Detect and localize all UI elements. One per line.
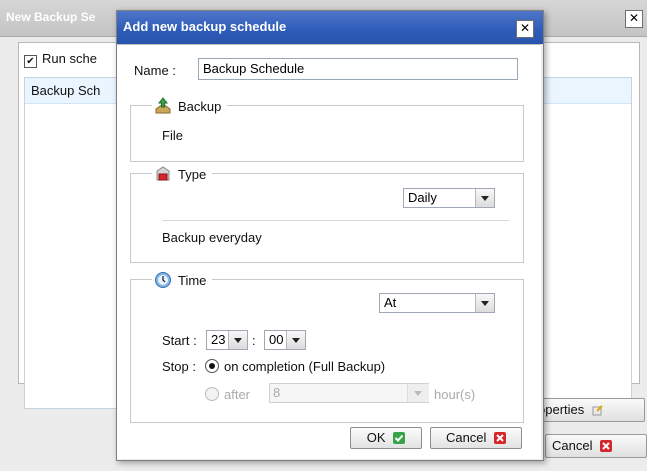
dialog-close-button[interactable]: ✕ (516, 20, 534, 38)
properties-button[interactable]: operties (531, 398, 645, 422)
stop-after-option[interactable]: after (205, 387, 250, 402)
type-group-legend: Type (152, 165, 213, 183)
type-description: Backup everyday (162, 230, 262, 245)
stop-after-radio[interactable] (205, 387, 219, 401)
name-label: Name : (134, 63, 176, 78)
edit-icon (592, 405, 603, 416)
start-hour-select[interactable]: 23 (206, 330, 248, 350)
time-group-title: Time (178, 272, 207, 288)
start-minute-select[interactable]: 00 (264, 330, 306, 350)
background-cancel-button[interactable]: Cancel (545, 434, 647, 458)
backup-type-value: File (162, 128, 183, 143)
cancel-button-label: Cancel (445, 430, 487, 445)
run-schedule-label: Run sche (42, 51, 97, 66)
chevron-down-icon[interactable] (228, 331, 247, 349)
cancel-button[interactable]: Cancel (430, 427, 522, 449)
properties-button-label: operties (538, 402, 585, 417)
stop-on-completion-label: on completion (Full Backup) (224, 359, 386, 374)
backup-group-title: Backup (178, 98, 222, 114)
type-group-title: Type (178, 166, 207, 182)
ok-button[interactable]: OK (350, 427, 422, 449)
check-icon (393, 432, 406, 444)
cancel-x-icon (494, 432, 507, 444)
type-group (130, 173, 524, 263)
type-select[interactable]: Daily (403, 188, 495, 208)
time-group-legend: Time (152, 271, 213, 289)
stop-on-completion-option[interactable]: on completion (Full Backup) (205, 359, 385, 374)
backup-upload-icon (155, 97, 171, 114)
type-select-value: Daily (408, 190, 437, 205)
name-input[interactable]: Backup Schedule (198, 58, 518, 80)
chevron-down-icon[interactable] (475, 189, 494, 207)
ok-button-label: OK (366, 430, 386, 445)
after-hours-dropdown[interactable] (407, 384, 429, 402)
run-schedule-checkbox-row[interactable]: ✔ Run sche (24, 51, 97, 68)
list-item-label: Backup Sch (31, 83, 101, 98)
type-divider (162, 220, 509, 221)
start-label: Start : (162, 333, 197, 348)
after-hours-input[interactable]: 8 (269, 383, 429, 403)
chevron-down-icon[interactable] (475, 294, 494, 312)
stop-label: Stop : (162, 359, 196, 374)
start-minute-value: 00 (269, 332, 284, 347)
time-mode-value: At (384, 295, 397, 310)
backup-group-legend: Backup (152, 97, 228, 115)
dialog-title: Add new backup schedule (123, 19, 287, 34)
hours-label: hour(s) (434, 387, 476, 402)
chevron-down-icon[interactable] (286, 331, 305, 349)
time-colon: : (252, 333, 256, 348)
background-window-title: New Backup Se (6, 10, 96, 24)
type-shape-icon (156, 166, 170, 181)
dialog-title-bar[interactable]: Add new backup schedule ✕ (117, 11, 543, 44)
clock-icon (155, 272, 171, 288)
run-schedule-checkbox[interactable]: ✔ (24, 55, 37, 68)
start-hour-value: 23 (211, 332, 226, 347)
background-close-button[interactable]: ✕ (625, 10, 643, 28)
background-cancel-label: Cancel (552, 438, 593, 453)
cancel-x-icon (600, 440, 613, 452)
time-mode-select[interactable]: At (379, 293, 495, 313)
stop-on-completion-radio[interactable] (205, 359, 219, 373)
stop-after-label: after (224, 387, 251, 402)
add-backup-schedule-dialog: Add new backup schedule ✕ Name : Backup … (116, 10, 544, 461)
